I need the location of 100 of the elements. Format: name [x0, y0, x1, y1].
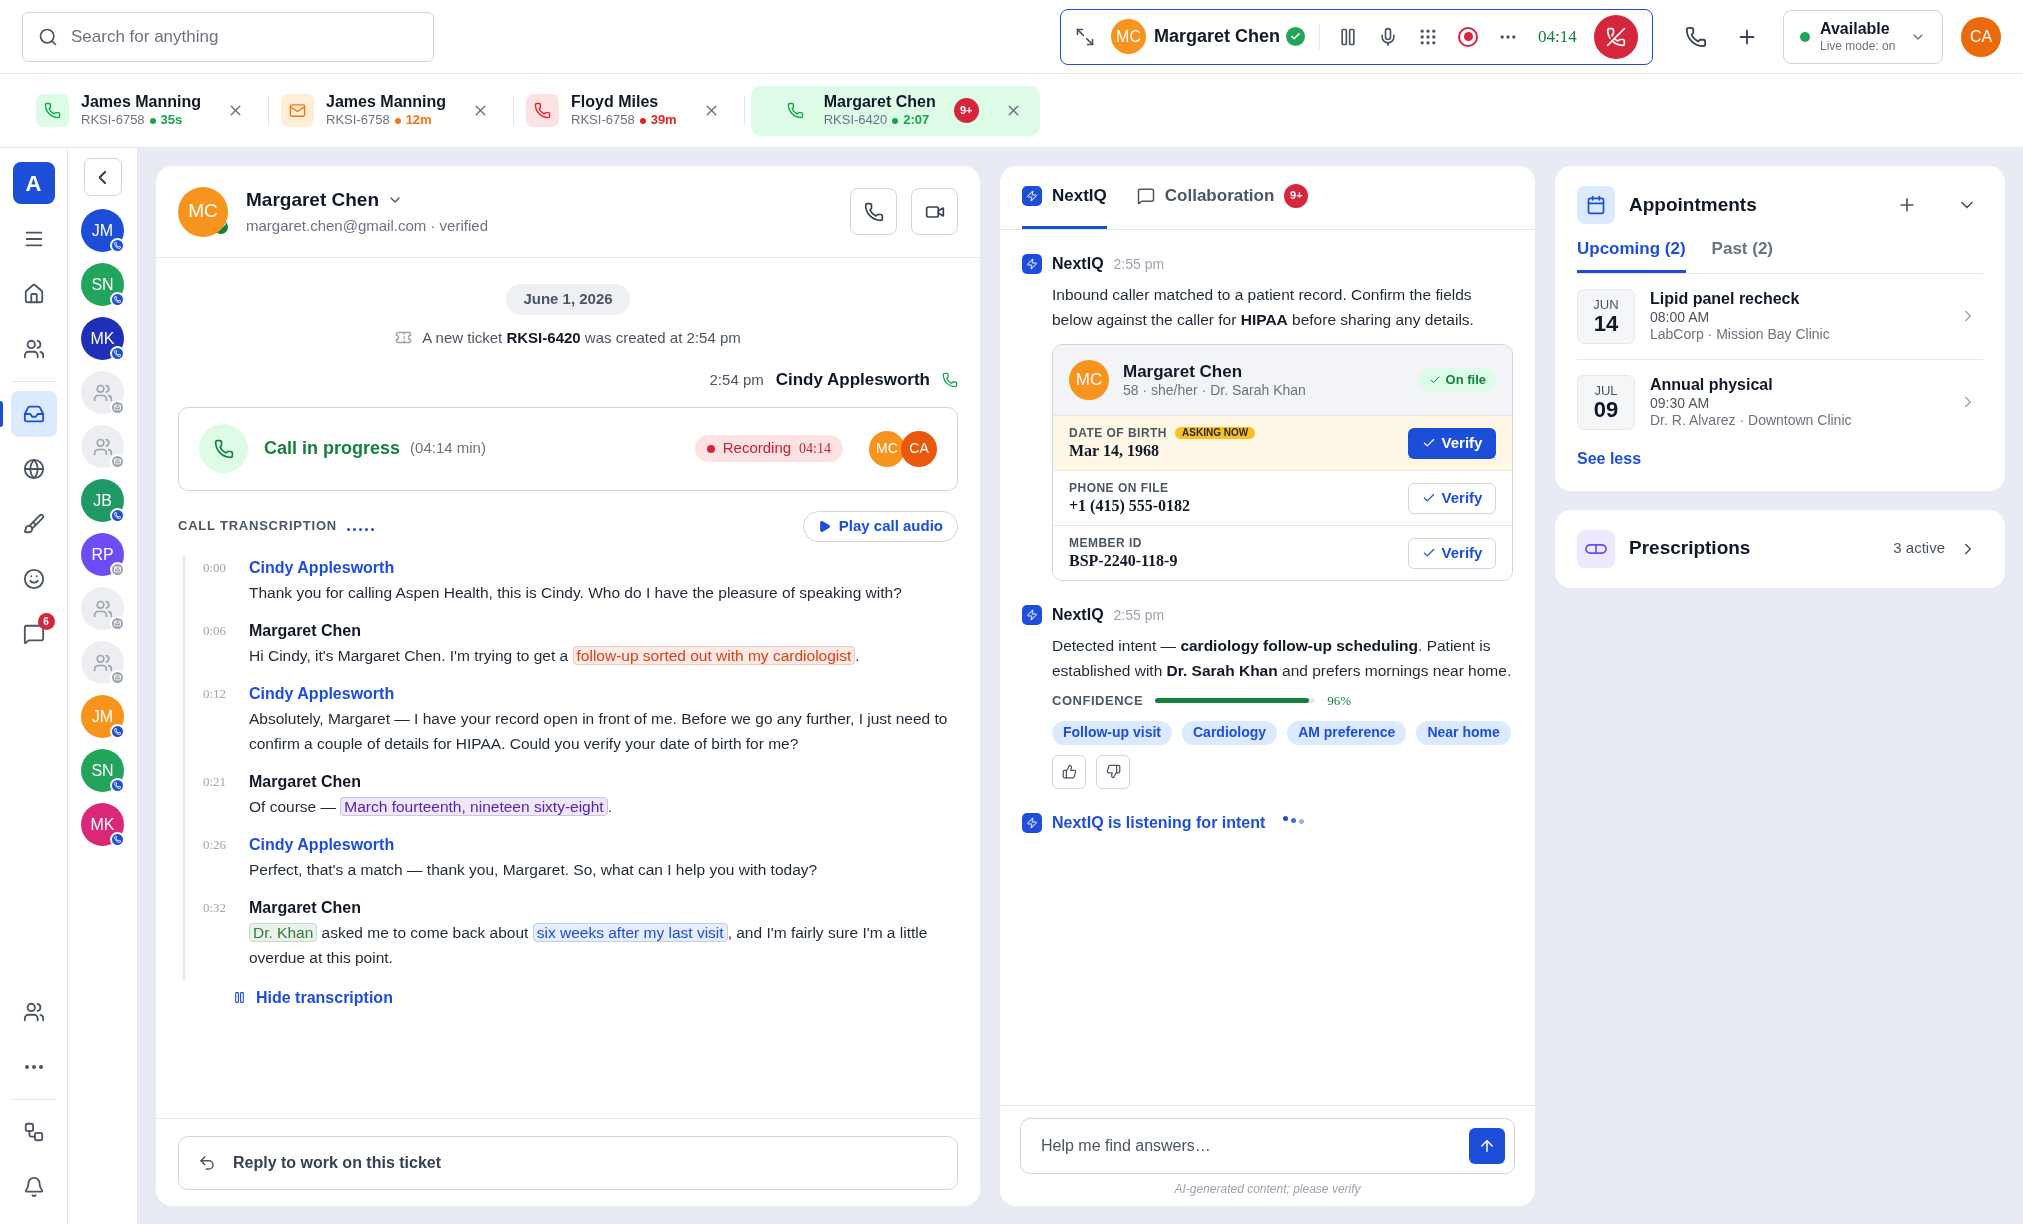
speaker-name: Cindy Applesworth — [249, 683, 396, 704]
phone-icon — [942, 371, 958, 388]
appointment-time: 09:30 AM — [1650, 394, 1711, 412]
card-title: Prescriptions — [1629, 536, 1751, 561]
message-author: NextIQ — [1052, 254, 1104, 274]
contact-avatar[interactable]: MK — [81, 317, 124, 360]
timestamp: 0:00 — [203, 558, 228, 577]
hide-transcription-link[interactable]: Hide transcription — [233, 985, 393, 1010]
caller-name: Margaret Chen — [1154, 25, 1281, 48]
bolt-icon — [1022, 812, 1042, 833]
message-text: Inbound caller matched to a patient record. Confirm the fields below against the caller for HIPAA before sharing any details. — [1052, 285, 1475, 330]
assistant-input[interactable]: Help me find answers… — [1020, 1118, 1515, 1174]
date-tile: JUL 09 — [1577, 374, 1635, 430]
count-badge: 9+ — [1284, 183, 1309, 208]
message-time: 2:55 pm — [1113, 605, 1165, 625]
agent-name: Cindy Applesworth — [775, 369, 930, 391]
transcript-text: Dr. Khan asked me to come back about six weeks after my last visit , and I'm fairly sure I'm a little overdue at this point. — [249, 921, 929, 968]
disclaimer: AI-generated content; please verify — [1174, 1181, 1361, 1198]
search-icon — [38, 26, 58, 47]
verify-button[interactable]: Verify — [1408, 482, 1496, 514]
call-time: 2:54 pm — [709, 369, 764, 390]
conversation-tab[interactable]: Floyd Miles RKSI-6758 39m — [520, 85, 738, 136]
tab-age: 35s — [160, 112, 183, 129]
confidence-value: 96% — [1327, 692, 1351, 710]
tab-contact-name: James Manning — [81, 92, 202, 113]
chat-icon — [1136, 186, 1155, 205]
call-button[interactable] — [850, 188, 897, 235]
tab-ticket-id: RKSI-6758 — [326, 112, 390, 129]
transcript-text: Of course — March fourteenth, nineteen sixty-eight . — [249, 795, 613, 818]
contact-avatar[interactable]: JM — [81, 209, 124, 252]
contact-subtitle: margaret.chen@gmail.com · verified — [246, 215, 488, 236]
contact-avatar[interactable]: JB — [81, 479, 124, 522]
verify-button[interactable]: Verify — [1408, 427, 1496, 459]
play-icon — [817, 519, 831, 533]
recording-label: Recording — [722, 438, 792, 459]
bolt-icon — [1022, 254, 1042, 274]
appointment-place: Dr. R. Alvarez · Downtown Clinic — [1650, 412, 1852, 430]
conversation-tab[interactable]: James Manning RKSI-6758 35s — [30, 85, 263, 136]
see-less-link[interactable]: See less — [1577, 446, 1642, 471]
workflow-icon — [22, 1121, 45, 1143]
record-icon[interactable] — [1458, 26, 1479, 47]
phone-icon[interactable] — [1685, 25, 1707, 48]
count-badge: 9+ — [953, 98, 979, 123]
send-button[interactable] — [1469, 1128, 1505, 1164]
section-heading: CALL TRANSCRIPTION — [178, 517, 337, 536]
search-field[interactable]: Search for anything — [22, 11, 434, 62]
timestamp: 0:06 — [203, 621, 228, 640]
calendar-icon — [1577, 186, 1615, 224]
appointment-row[interactable]: JUN 14 Lipid panel recheck 08:00 AM LabCorp · Mission Bay Clinic — [1577, 273, 1983, 359]
video-button[interactable] — [911, 188, 958, 235]
patient-name: Margaret Chen — [1123, 360, 1244, 382]
thumbs-down-button[interactable] — [1096, 754, 1130, 789]
reply-icon — [198, 1153, 216, 1172]
panel-tab[interactable]: NextIQ — [1022, 166, 1107, 229]
more-icon — [24, 1065, 43, 1069]
pill-icon — [1577, 529, 1615, 568]
reply-field[interactable]: Reply to work on this ticket — [178, 1135, 958, 1190]
field-label: DATE OF BIRTH — [1069, 425, 1167, 441]
panel-tab[interactable]: Collaboration 9+ — [1136, 166, 1309, 229]
verify-button[interactable]: Verify — [1408, 537, 1496, 569]
pause-icon — [233, 991, 246, 1004]
tab-contact-name: James Manning — [326, 92, 447, 113]
date-chip: June 1, 2026 — [506, 284, 630, 315]
inbox-nav-item[interactable] — [10, 391, 57, 437]
conversation-tab[interactable]: James Manning RKSI-6758 12m — [275, 85, 508, 136]
appointment-tab[interactable]: Past (2) — [1711, 236, 1774, 273]
thumbs-down-icon — [1105, 764, 1121, 779]
chat-nav-item[interactable]: 6 — [10, 611, 57, 657]
field-value: +1 (415) 555-0182 — [1069, 495, 1191, 516]
appointment-time: 08:00 AM — [1650, 308, 1711, 326]
contact-avatar[interactable]: RP — [81, 533, 124, 576]
appointment-title: Annual physical — [1650, 374, 1774, 395]
listening-status: NextIQ is listening for intent — [1052, 812, 1266, 833]
caller-avatar: MC — [1111, 19, 1146, 54]
appointment-title: Lipid panel recheck — [1650, 288, 1801, 309]
hang-up-button[interactable] — [1594, 14, 1638, 59]
call-timer: 04:14 — [1538, 25, 1577, 48]
tab-age: 39m — [650, 112, 677, 129]
appointment-tab[interactable]: Upcoming (2) — [1577, 236, 1686, 273]
thumbs-up-button[interactable] — [1052, 754, 1086, 789]
status-selector[interactable]: Available Live mode: on — [1783, 9, 1943, 64]
intent-tag: Cardiology — [1182, 720, 1278, 745]
contact-avatar[interactable]: MK — [81, 803, 124, 846]
speaker-name: Margaret Chen — [249, 620, 363, 641]
recording-time: 04:14 — [799, 440, 831, 458]
participant-avatar: CA — [901, 430, 937, 467]
participant-avatar: MC — [869, 430, 905, 467]
conversation-tab[interactable]: Margaret Chen RKSI-6420 2:07 9+ — [750, 85, 1040, 136]
patient-details: 58 · she/her · Dr. Sarah Khan — [1123, 381, 1306, 400]
message-author: NextIQ — [1052, 605, 1104, 625]
patient-avatar: MC — [1069, 360, 1109, 400]
expand-icon[interactable] — [1075, 26, 1095, 47]
appointment-row[interactable]: JUL 09 Annual physical 09:30 AM Dr. R. Alvarez · Downtown Clinic — [1577, 358, 1983, 445]
field-value: BSP-2240-118-9 — [1069, 550, 1178, 571]
selection-indicator — [0, 401, 3, 427]
app-logo[interactable]: A — [12, 162, 55, 204]
intent-tag: Follow-up visit — [1052, 720, 1172, 745]
tab-age: 2:07 — [903, 112, 930, 129]
collapse-button[interactable] — [83, 158, 122, 196]
prescriptions-card[interactable]: Prescriptions 3 active — [1555, 509, 2005, 588]
